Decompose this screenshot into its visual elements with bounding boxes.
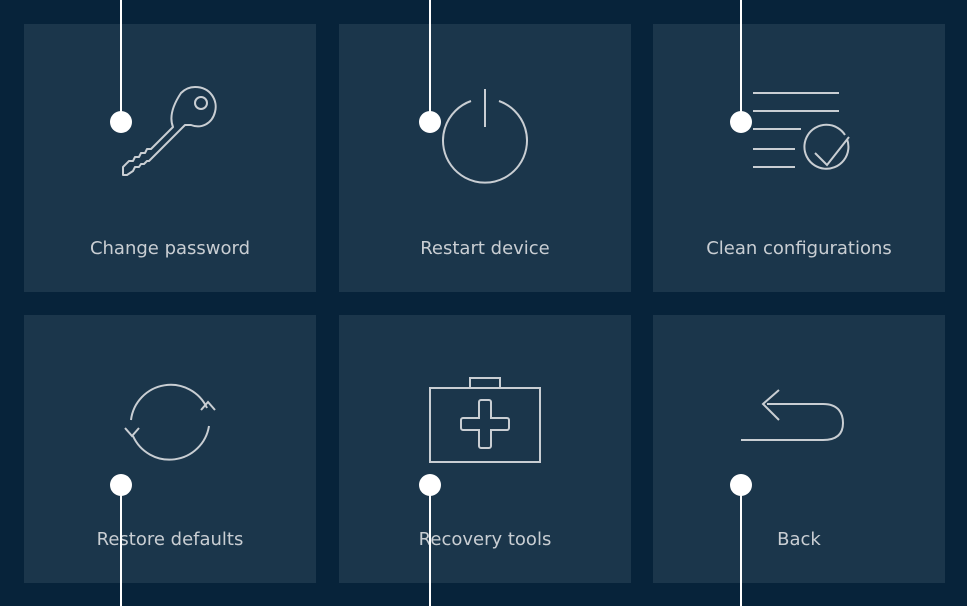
change-password-label: Change password (89, 238, 251, 259)
first-aid-kit-icon (339, 365, 631, 485)
callout-line (120, 0, 122, 122)
settings-menu-screen: Change password Restart device Clean con… (0, 0, 967, 606)
callout-dot (110, 111, 132, 133)
back-tile[interactable]: Back (653, 315, 945, 583)
restore-defaults-tile[interactable]: Restore defaults (24, 315, 316, 583)
refresh-icon (24, 365, 316, 485)
clean-configurations-tile[interactable]: Clean configurations (653, 24, 945, 292)
callout-dot (419, 111, 441, 133)
restore-defaults-label: Restore defaults (96, 529, 244, 550)
callout-line (429, 485, 431, 606)
key-icon (24, 74, 316, 194)
callout-dot (730, 474, 752, 496)
back-label: Back (777, 529, 821, 550)
callout-line (740, 0, 742, 122)
callout-dot (730, 111, 752, 133)
power-icon (339, 74, 631, 194)
back-arrow-icon (653, 365, 945, 485)
restart-device-label: Restart device (420, 238, 550, 259)
restart-device-tile[interactable]: Restart device (339, 24, 631, 292)
clean-configurations-label: Clean configurations (706, 238, 892, 259)
callout-dot (419, 474, 441, 496)
clean-config-icon (653, 74, 945, 194)
recovery-tools-tile[interactable]: Recovery tools (339, 315, 631, 583)
callout-dot (110, 474, 132, 496)
callout-line (120, 485, 122, 606)
change-password-tile[interactable]: Change password (24, 24, 316, 292)
recovery-tools-label: Recovery tools (418, 529, 552, 550)
callout-line (429, 0, 431, 122)
callout-line (740, 485, 742, 606)
